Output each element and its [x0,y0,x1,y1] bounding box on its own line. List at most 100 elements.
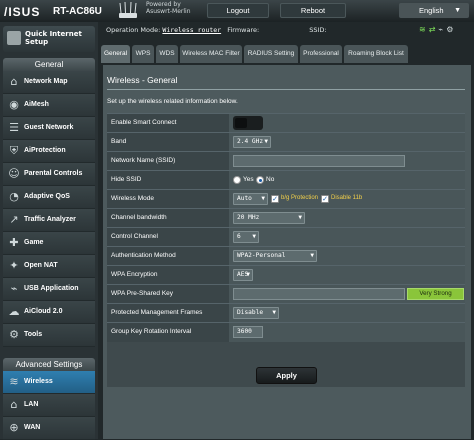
group-key-rotation-input[interactable]: 3600 [233,326,263,338]
sidebar-item-open-nat[interactable]: ✦ Open NAT [3,255,95,278]
cloud-icon: ☁ [8,305,20,318]
sidebar-item-guest-network[interactable]: ☰ Guest Network [3,117,95,140]
quick-internet-setup-button[interactable]: Quick Internet Setup [3,26,95,52]
tab-professional[interactable]: Professional [300,45,342,63]
row-smart-connect: Enable Smart Connect [107,113,465,133]
qis-icon [7,31,21,45]
sidebar-item-usb-application[interactable]: ⌁ USB Application [3,278,95,301]
wpa-encryption-select[interactable]: AES ▼ [233,269,253,281]
sidebar-item-adaptive-qos[interactable]: ◔ Adaptive QoS [3,186,95,209]
control-channel-label: Control Channel [107,228,229,247]
hide-ssid-no-radio[interactable] [256,176,264,184]
sidebar-item-label: LAN [24,401,39,408]
router-icon [119,1,137,18]
sidebar-item-aicloud[interactable]: ☁ AiCloud 2.0 [3,301,95,324]
sidebar-item-tools[interactable]: ⚙ Tools [3,324,95,347]
language-selector[interactable]: English ▼ [399,3,469,18]
row-ssid: Network Name (SSID) [107,151,465,171]
wpa-psk-input[interactable] [233,288,405,300]
powered-by: Powered by Asuswrt-Merlin [146,1,191,15]
pmf-label: Protected Management Frames [107,304,229,323]
model-name: RT-AC86U [53,6,102,17]
wireless-mode-select[interactable]: Auto ▼ [233,193,268,205]
sidebar-item-label: Game [24,239,44,246]
tab-wds[interactable]: WDS [156,45,178,63]
tab-roaming-block-list[interactable]: Roaming Block List [344,45,408,63]
pmf-select[interactable]: Disable ▼ [233,307,279,319]
sidebar-item-wan[interactable]: ⊕ WAN [3,417,95,440]
disable-11b-checkbox[interactable]: ✓ [321,195,329,203]
sidebar-item-parental-controls[interactable]: ☺ Parental Controls [3,163,95,186]
aimesh-icon: ◉ [9,98,19,111]
tab-wireless-mac-filter[interactable]: Wireless MAC Filter [180,45,242,63]
row-channel-bandwidth: Channel bandwidth 20 MHz ▼ [107,208,465,228]
sidebar-item-aimesh[interactable]: ◉ AiMesh [3,94,95,117]
tab-wps[interactable]: WPS [132,45,154,63]
row-auth-method: Authentication Method WPA2-Personal ▼ [107,246,465,266]
sidebar-item-label: AiMesh [24,101,49,108]
smart-connect-label: Enable Smart Connect [107,114,229,133]
logout-button[interactable]: Logout [207,3,269,18]
tab-general[interactable]: General [101,45,130,63]
hide-ssid-yes-radio[interactable] [233,176,241,184]
row-band: Band 2.4 GHz ▼ [107,132,465,152]
lan-icon: ⌂ [10,398,18,411]
sidebar-item-label: Tools [24,331,43,338]
sidebar-item-aiprotection[interactable]: ⛨ AiProtection [3,140,95,163]
asus-logo: /ISUS [4,5,41,19]
ssid-label: Network Name (SSID) [107,152,229,171]
settings-status-icon[interactable]: ⚙ [446,25,456,34]
page-description: Set up the wireless related information … [107,98,238,105]
open-nat-icon: ✦ [9,259,19,272]
disable-11b-label: Disable 11b [331,195,363,201]
sidebar-item-network-map[interactable]: ⌂ Network Map [3,71,95,94]
sidebar-item-label: Open NAT [24,262,58,269]
row-wireless-mode: Wireless Mode Auto ▼ ✓ b/g Protection ✓ D… [107,189,465,209]
sidebar-item-game[interactable]: ✚ Game [3,232,95,255]
general-section-header: General [3,58,95,71]
traffic-icon: ↗ [9,213,19,226]
top-bar: /ISUS RT-AC86U Powered by Asuswrt-Merlin… [0,0,474,22]
password-strength-badge: Very Strong [407,288,464,300]
sidebar-item-label: Adaptive QoS [24,193,70,200]
control-channel-select[interactable]: 6 ▼ [233,231,259,243]
wifi-status-icon[interactable]: ≋ [419,25,429,34]
band-label: Band [107,133,229,152]
sidebar-item-label: Wireless [24,378,53,385]
ssid-input[interactable] [233,155,405,167]
status-icons[interactable]: ≋⇄⌁⚙ [419,25,456,34]
operation-mode-link[interactable]: Wireless router [162,26,221,34]
guest-network-icon: ☰ [9,121,19,134]
row-control-channel: Control Channel 6 ▼ [107,227,465,247]
sidebar-item-label: Traffic Analyzer [24,216,76,223]
sidebar-item-wireless[interactable]: ≋ Wireless [3,371,95,394]
wireless-form: Enable Smart Connect Band 2.4 GHz ▼ Netwo… [107,113,465,387]
network-status-icon[interactable]: ⇄ [429,25,439,34]
wan-icon: ⊕ [9,421,19,434]
general-menu: ⌂ Network Map ◉ AiMesh ☰ Guest Network ⛨ AiP… [3,71,95,347]
channel-bandwidth-label: Channel bandwidth [107,209,229,228]
row-hide-ssid: Hide SSID Yes No [107,170,465,190]
bg-protection-checkbox[interactable]: ✓ [271,195,279,203]
sidebar-item-lan[interactable]: ⌂ LAN [3,394,95,417]
sidebar-item-traffic-analyzer[interactable]: ↗ Traffic Analyzer [3,209,95,232]
sidebar-item-label: Guest Network [24,124,74,131]
hide-ssid-no-label: No [266,176,275,183]
settings-panel: Wireless - General Set up the wireless r… [103,65,471,439]
tab-radius-setting[interactable]: RADIUS Setting [244,45,298,63]
auth-method-select[interactable]: WPA2-Personal ▼ [233,250,317,262]
hide-ssid-yes-label: Yes [243,176,254,183]
reboot-button[interactable]: Reboot [280,3,346,18]
apply-button[interactable]: Apply [256,367,317,384]
tools-icon: ⚙ [9,328,19,341]
channel-bandwidth-select[interactable]: 20 MHz ▼ [233,212,305,224]
sidebar-item-label: USB Application [24,285,79,292]
smart-connect-toggle[interactable] [233,116,263,130]
band-select[interactable]: 2.4 GHz ▼ [233,136,271,148]
status-line: Operation Mode: Wireless router Firmware… [106,26,327,34]
wpa-psk-label: WPA Pre-Shared Key [107,285,229,304]
qis-label: Quick Internet Setup [25,30,82,46]
chevron-down-icon: ▼ [454,7,461,14]
sidebar-item-label: AiProtection [24,147,66,154]
advanced-section-header: Advanced Settings [3,358,95,371]
